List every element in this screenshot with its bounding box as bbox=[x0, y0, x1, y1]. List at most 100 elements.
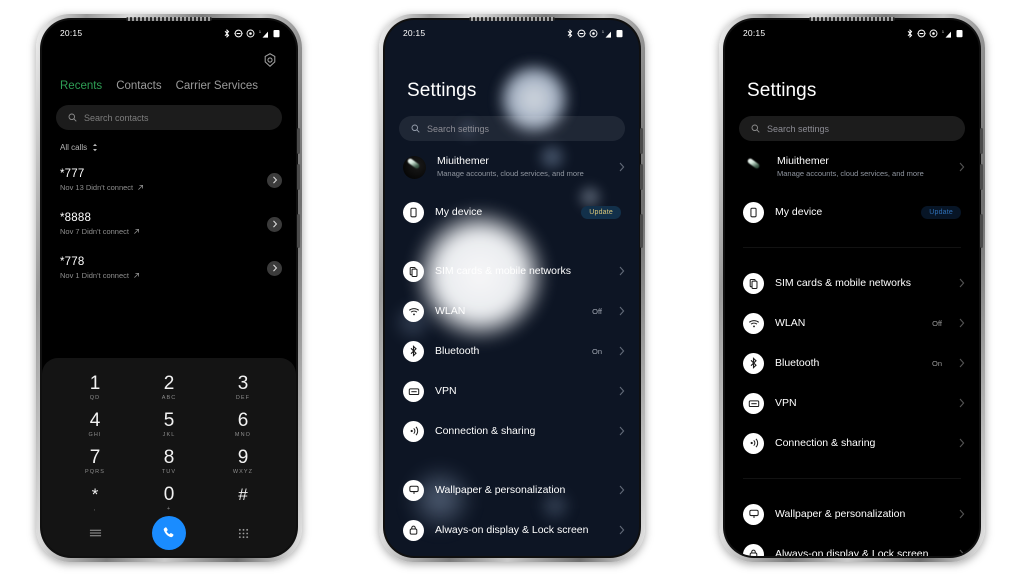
key-digit: 0 bbox=[163, 484, 175, 505]
keypad-button[interactable] bbox=[206, 528, 280, 539]
settings-row-label: SIM cards & mobile networks bbox=[435, 264, 571, 277]
power-button[interactable] bbox=[640, 214, 643, 248]
search-settings-bar[interactable]: Search settings bbox=[739, 116, 965, 141]
chevron-right-icon bbox=[959, 358, 965, 368]
dialpad-key-9[interactable]: 9 WXYZ bbox=[206, 446, 280, 478]
settings-row-label: My device bbox=[775, 205, 823, 218]
call-row[interactable]: *777 Nov 13 Didn't connect bbox=[42, 158, 296, 202]
power-button[interactable] bbox=[297, 214, 300, 248]
settings-row-connection-sharing[interactable]: Connection & sharing bbox=[725, 423, 979, 463]
tab-recents[interactable]: Recents bbox=[60, 80, 102, 92]
account-row[interactable]: Miuithemer Manage accounts, cloud servic… bbox=[725, 141, 979, 192]
settings-row-wallpaper[interactable]: Wallpaper & personalization bbox=[385, 470, 639, 510]
volume-up-button[interactable] bbox=[980, 128, 983, 154]
power-button[interactable] bbox=[980, 214, 983, 248]
settings-row-my-device[interactable]: My device Update bbox=[725, 192, 979, 232]
call-details-button[interactable] bbox=[267, 260, 282, 276]
call-info: *777 Nov 13 Didn't connect bbox=[60, 168, 267, 192]
search-settings-bar[interactable]: Search settings bbox=[399, 116, 625, 141]
volume-up-button[interactable] bbox=[297, 128, 300, 154]
chevron-right-icon bbox=[272, 264, 277, 272]
call-filter[interactable]: All calls bbox=[42, 130, 296, 152]
settings-row-sim[interactable]: SIM cards & mobile networks bbox=[385, 251, 639, 291]
call-icon bbox=[163, 527, 174, 538]
volume-down-button[interactable] bbox=[640, 164, 643, 190]
settings-row-vpn[interactable]: VPN bbox=[385, 371, 639, 411]
chevron-right-icon bbox=[619, 162, 625, 172]
gear-icon[interactable] bbox=[262, 52, 278, 68]
settings-group-gap bbox=[725, 481, 979, 494]
lock-icon bbox=[403, 519, 424, 541]
settings-row-bluetooth[interactable]: Bluetooth On bbox=[385, 331, 639, 371]
call-details-button[interactable] bbox=[267, 216, 282, 232]
settings-row-sim[interactable]: SIM cards & mobile networks bbox=[725, 263, 979, 303]
search-icon bbox=[751, 124, 760, 133]
key-digit: * bbox=[91, 485, 99, 504]
dialpad-key-4[interactable]: 4 GHI bbox=[58, 409, 132, 441]
settings-row-label: Wallpaper & personalization bbox=[775, 507, 906, 520]
dialpad-actions bbox=[58, 516, 280, 550]
tab-contacts[interactable]: Contacts bbox=[116, 80, 161, 92]
update-badge[interactable]: Update bbox=[921, 205, 961, 219]
status-icon-group: 1 bbox=[567, 28, 623, 38]
volume-up-button[interactable] bbox=[640, 128, 643, 154]
dnd-icon bbox=[576, 29, 586, 37]
settings-row-wallpaper[interactable]: Wallpaper & personalization bbox=[725, 494, 979, 534]
dialpad-key-7[interactable]: 7 PQRS bbox=[58, 446, 132, 478]
settings-row-wlan[interactable]: WLAN Off bbox=[385, 291, 639, 331]
sim-icon bbox=[743, 272, 764, 294]
volume-down-button[interactable] bbox=[980, 164, 983, 190]
dialpad-key-5[interactable]: 5 JKL bbox=[132, 409, 206, 441]
settings-row-label: Wallpaper & personalization bbox=[435, 483, 566, 496]
lock-icon bbox=[743, 543, 764, 556]
dnd-icon bbox=[916, 29, 926, 37]
dialpad-key-2[interactable]: 2 ABC bbox=[132, 372, 206, 404]
call-number: *8888 bbox=[60, 212, 92, 224]
volume-down-button[interactable] bbox=[297, 164, 300, 190]
account-row[interactable]: Miuithemer Manage accounts, cloud servic… bbox=[385, 141, 639, 192]
settings-group-gap bbox=[385, 232, 639, 251]
dialpad-key-1[interactable]: 1 QD bbox=[58, 372, 132, 404]
call-info: *778 Nov 1 Didn't connect bbox=[60, 256, 267, 280]
key-letters: ABC bbox=[161, 395, 177, 401]
search-contacts-bar[interactable]: Search contacts bbox=[56, 105, 282, 130]
dialpad-key-6[interactable]: 6 MNO bbox=[206, 409, 280, 441]
battery-icon bbox=[273, 29, 280, 37]
settings-content: Settings Search settings Miuithemer Mana… bbox=[725, 46, 979, 556]
settings-row-vpn[interactable]: VPN bbox=[725, 383, 979, 423]
phone-icon bbox=[403, 201, 424, 223]
call-row[interactable]: *778 Nov 1 Didn't connect bbox=[42, 246, 296, 290]
account-name: Miuithemer bbox=[437, 155, 489, 167]
settings-row-aod-lockscreen[interactable]: Always-on display & Lock screen bbox=[385, 510, 639, 550]
settings-row-wlan[interactable]: WLAN Off bbox=[725, 303, 979, 343]
chevron-right-icon bbox=[619, 485, 625, 495]
settings-row-label: VPN bbox=[775, 396, 797, 409]
settings-row-aod-lockscreen[interactable]: Always-on display & Lock screen bbox=[725, 534, 979, 556]
key-letters: GHI bbox=[88, 432, 102, 438]
dialpad-key-8[interactable]: 8 TUV bbox=[132, 446, 206, 478]
chevron-right-icon bbox=[619, 525, 625, 535]
phone-device-settings-black: 20:15 1 Settings Search settings Miuithe… bbox=[719, 14, 985, 562]
settings-row-connection-sharing[interactable]: Connection & sharing bbox=[385, 411, 639, 451]
settings-app-blue: 20:15 1 Settings Search settings Miuithe… bbox=[385, 20, 639, 556]
update-badge[interactable]: Update bbox=[581, 205, 621, 219]
status-bar: 20:15 1 bbox=[385, 20, 639, 46]
settings-row-my-device[interactable]: My device Update bbox=[385, 192, 639, 232]
settings-row-label: VPN bbox=[435, 384, 457, 397]
chevron-right-icon bbox=[959, 398, 965, 408]
dialpad-key-0[interactable]: 0 + bbox=[132, 483, 206, 515]
call-filter-label: All calls bbox=[60, 143, 88, 152]
menu-button[interactable] bbox=[58, 528, 132, 538]
tab-carrier-services[interactable]: Carrier Services bbox=[176, 80, 258, 92]
dialpad-key-3[interactable]: 3 DEF bbox=[206, 372, 280, 404]
call-details-button[interactable] bbox=[267, 172, 282, 188]
account-name: Miuithemer bbox=[777, 155, 829, 167]
outgoing-call-icon bbox=[134, 229, 139, 234]
earpiece-speaker bbox=[469, 17, 555, 21]
settings-row-bluetooth[interactable]: Bluetooth On bbox=[725, 343, 979, 383]
dialpad-key-hash[interactable]: # bbox=[206, 483, 280, 515]
outgoing-call-icon bbox=[134, 273, 139, 278]
call-button[interactable] bbox=[152, 516, 186, 550]
dialpad-key-star[interactable]: *, bbox=[58, 483, 132, 515]
call-row[interactable]: *8888 Nov 7 Didn't connect bbox=[42, 202, 296, 246]
